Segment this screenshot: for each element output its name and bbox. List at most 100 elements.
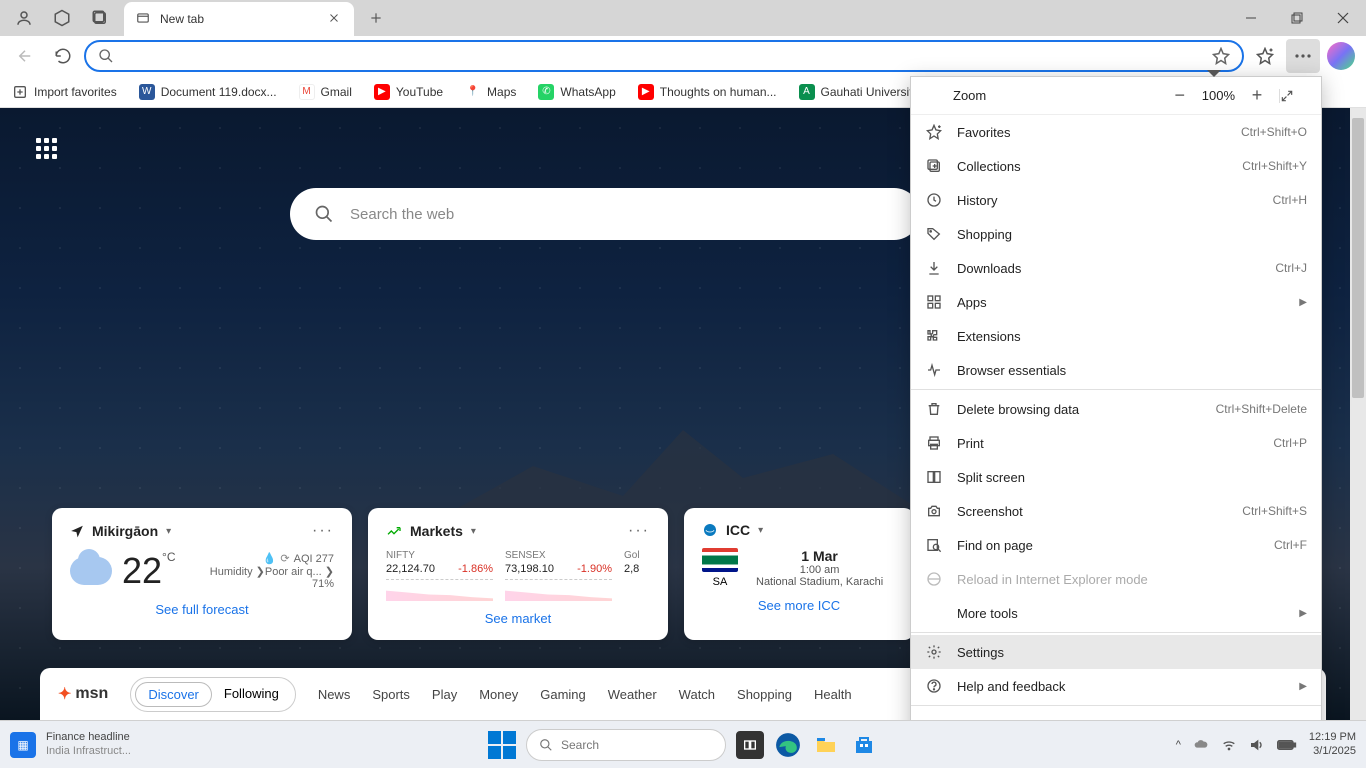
weather-card[interactable]: Mikirgāon ▾ ··· 22°C 💧 ⟳ AQI 277 Humidit…	[52, 508, 352, 640]
back-button[interactable]	[8, 39, 42, 73]
battery-icon[interactable]	[1277, 739, 1297, 751]
taskbar-search-label: Search	[561, 738, 599, 752]
nav-item[interactable]: Money	[479, 687, 518, 702]
favorites-button[interactable]	[1248, 39, 1282, 73]
menu-print[interactable]: PrintCtrl+P	[911, 426, 1321, 460]
market-item[interactable]: Gol 2,8	[624, 550, 650, 601]
explorer-icon[interactable]	[812, 731, 840, 759]
markets-card[interactable]: Markets ▾ ··· NIFTY 22,124.70-1.86% SENS…	[368, 508, 668, 640]
zoom-out-button[interactable]: −	[1166, 85, 1194, 106]
chevron-down-icon[interactable]: ▾	[471, 526, 476, 537]
address-bar[interactable]	[84, 40, 1244, 72]
menu-find-on-page[interactable]: Find on pageCtrl+F	[911, 528, 1321, 562]
start-button[interactable]	[488, 731, 516, 759]
word-icon: W	[139, 84, 155, 100]
zoom-in-button[interactable]: +	[1243, 85, 1271, 106]
menu-extensions[interactable]: Extensions	[911, 319, 1321, 353]
task-view-icon[interactable]	[736, 731, 764, 759]
fullscreen-button[interactable]	[1279, 89, 1307, 103]
bookmark-item[interactable]: 📍Maps	[465, 84, 516, 100]
web-search-box[interactable]: Search the web	[290, 188, 920, 240]
taskbar-search[interactable]: Search	[526, 729, 726, 761]
match-time: 1:00 am	[756, 564, 883, 576]
new-tab-button[interactable]	[362, 4, 390, 32]
menu-browser-essentials[interactable]: Browser essentials	[911, 353, 1321, 387]
search-icon	[98, 48, 114, 64]
menu-downloads[interactable]: DownloadsCtrl+J	[911, 251, 1321, 285]
taskbar-clock[interactable]: 12:19 PM 3/1/2025	[1309, 731, 1356, 757]
bookmark-label: Maps	[487, 85, 516, 99]
chevron-down-icon[interactable]: ▾	[166, 526, 171, 537]
market-link[interactable]: See market	[386, 611, 650, 626]
nav-item[interactable]: Weather	[608, 687, 657, 702]
wifi-icon[interactable]	[1221, 737, 1237, 753]
menu-button[interactable]	[1286, 39, 1320, 73]
menu-split-screen[interactable]: Split screen	[911, 460, 1321, 494]
msn-logo[interactable]: ✦msn	[58, 684, 108, 704]
import-label: Import favorites	[34, 85, 117, 99]
apps-icon	[925, 293, 943, 311]
address-input[interactable]	[122, 48, 1204, 64]
tray-chevron-icon[interactable]: ^	[1176, 739, 1181, 751]
nav-item[interactable]: Health	[814, 687, 852, 702]
chevron-down-icon[interactable]: ▾	[758, 525, 763, 536]
icc-card[interactable]: ICC ▾ SA 1 Mar 1:00 am National Stadium,…	[684, 508, 914, 640]
menu-screenshot[interactable]: ScreenshotCtrl+Shift+S	[911, 494, 1321, 528]
volume-icon[interactable]	[1249, 737, 1265, 753]
nav-item[interactable]: Play	[432, 687, 457, 702]
market-item[interactable]: NIFTY 22,124.70-1.86%	[386, 550, 493, 601]
card-menu-icon[interactable]: ···	[312, 522, 334, 540]
minimize-button[interactable]	[1228, 0, 1274, 36]
market-item[interactable]: SENSEX 73,198.10-1.90%	[505, 550, 612, 601]
bookmark-item[interactable]: WDocument 119.docx...	[139, 84, 277, 100]
nav-item[interactable]: Shopping	[737, 687, 792, 702]
menu-favorites[interactable]: FavoritesCtrl+Shift+O	[911, 115, 1321, 149]
nav-item[interactable]: Sports	[372, 687, 410, 702]
card-menu-icon[interactable]: ···	[628, 522, 650, 540]
discover-tab[interactable]: Discover	[135, 682, 212, 707]
scrollbar-thumb[interactable]	[1352, 118, 1364, 398]
market-name: SENSEX	[505, 550, 612, 561]
bookmark-item[interactable]: AGauhati University...	[799, 84, 928, 100]
taskbar-widget[interactable]: ▦ Finance headline India Infrastruct...	[10, 731, 131, 757]
tab-title: New tab	[160, 12, 320, 26]
favorite-star-icon[interactable]	[1212, 47, 1230, 65]
menu-delete-browsing-data[interactable]: Delete browsing dataCtrl+Shift+Delete	[911, 392, 1321, 426]
refresh-button[interactable]	[46, 39, 80, 73]
nav-item[interactable]: Watch	[679, 687, 715, 702]
copilot-button[interactable]	[1324, 39, 1358, 73]
bookmark-item[interactable]: MGmail	[299, 84, 352, 100]
collapse-arrow-icon[interactable]	[1207, 70, 1221, 77]
nav-item[interactable]: News	[318, 687, 351, 702]
close-icon[interactable]	[328, 12, 342, 26]
menu-history[interactable]: HistoryCtrl+H	[911, 183, 1321, 217]
menu-label: Reload in Internet Explorer mode	[957, 572, 1307, 587]
tab-actions-icon[interactable]	[90, 8, 110, 28]
bookmark-item[interactable]: ✆WhatsApp	[538, 84, 615, 100]
store-icon[interactable]	[850, 731, 878, 759]
profile-icon[interactable]	[14, 8, 34, 28]
menu-shopping[interactable]: Shopping	[911, 217, 1321, 251]
feed-toggle[interactable]: Discover Following	[130, 677, 296, 712]
menu-collections[interactable]: CollectionsCtrl+Shift+Y	[911, 149, 1321, 183]
app-launcher-icon[interactable]	[30, 132, 62, 164]
forecast-link[interactable]: See full forecast	[70, 602, 334, 617]
icc-link[interactable]: See more ICC	[702, 598, 896, 613]
browser-tab[interactable]: New tab	[124, 2, 354, 36]
import-favorites[interactable]: Import favorites	[12, 84, 117, 100]
menu-help-and-feedback[interactable]: Help and feedback▶	[911, 669, 1321, 703]
bookmark-item[interactable]: ▶YouTube	[374, 84, 443, 100]
edge-icon[interactable]	[774, 731, 802, 759]
bookmark-item[interactable]: ▶Thoughts on human...	[638, 84, 777, 100]
maximize-button[interactable]	[1274, 0, 1320, 36]
menu-more-tools[interactable]: More tools▶	[911, 596, 1321, 630]
nav-item[interactable]: Gaming	[540, 687, 586, 702]
help-icon	[925, 677, 943, 695]
onedrive-icon[interactable]	[1193, 737, 1209, 753]
menu-settings[interactable]: Settings	[911, 635, 1321, 669]
scrollbar[interactable]	[1350, 108, 1366, 720]
close-window-button[interactable]	[1320, 0, 1366, 36]
workspaces-icon[interactable]	[52, 8, 72, 28]
following-tab[interactable]: Following	[212, 682, 291, 707]
menu-apps[interactable]: Apps▶	[911, 285, 1321, 319]
